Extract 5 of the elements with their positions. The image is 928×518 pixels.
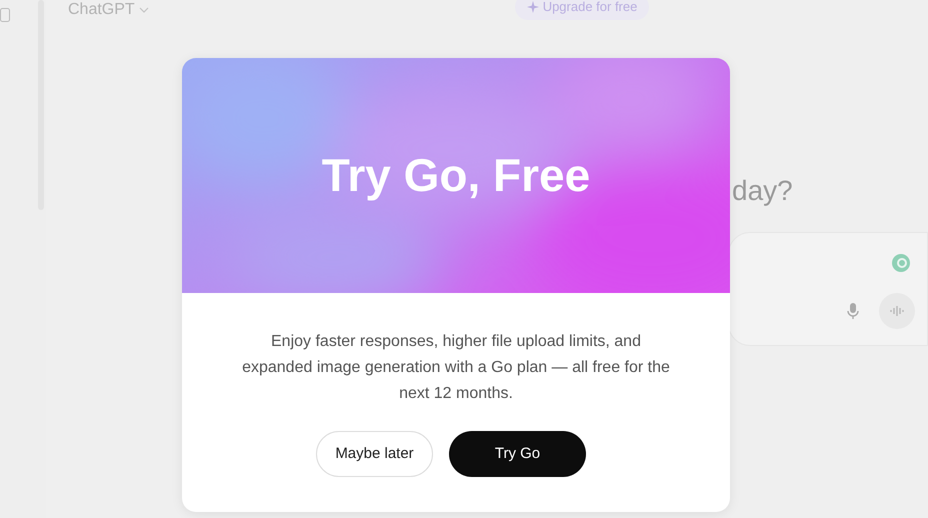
maybe-later-button[interactable]: Maybe later	[316, 431, 433, 477]
dialog-title: Try Go, Free	[322, 148, 590, 203]
dialog-description: Enjoy faster responses, higher file upload limits, and expanded image generation with a Go plan — all free for the next 12 months.	[241, 332, 671, 404]
greeting-heading: day?	[732, 175, 793, 206]
try-go-button[interactable]: Try Go	[449, 431, 586, 477]
